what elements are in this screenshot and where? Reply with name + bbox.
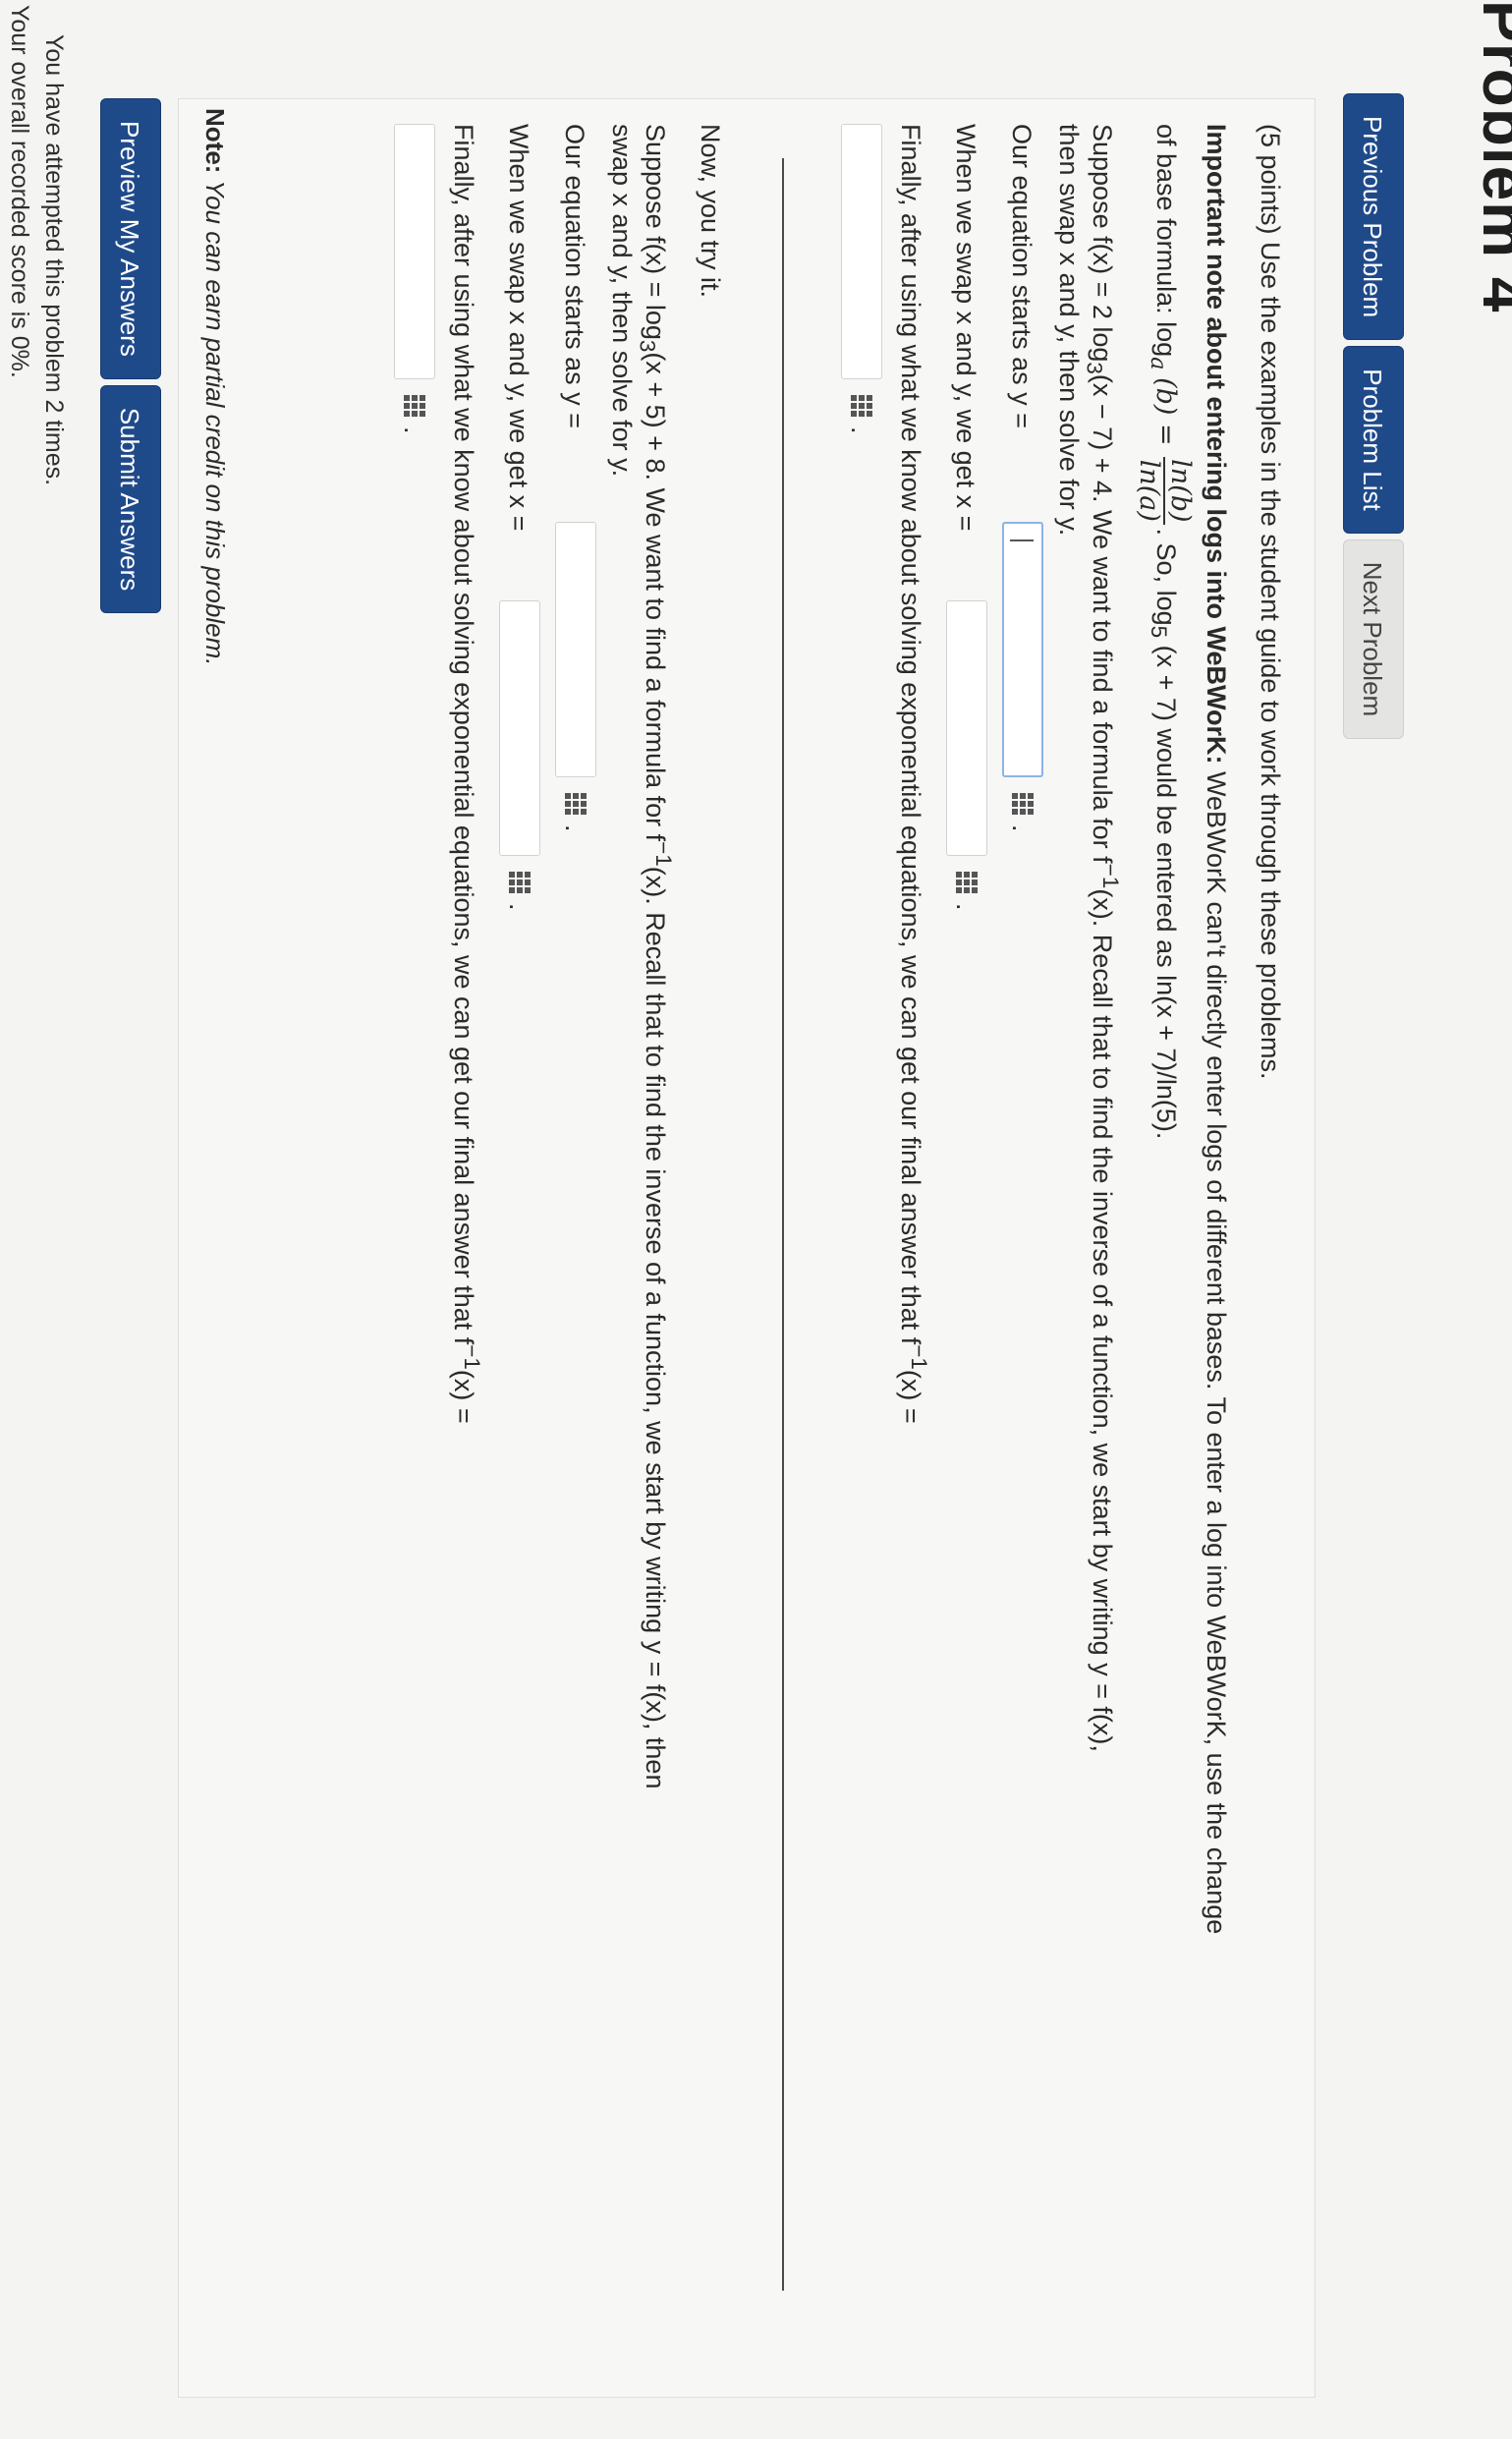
- note-label: Note:: [200, 108, 230, 174]
- try-line-2: swap x and y, then solve for y.: [607, 124, 637, 478]
- problem-intro: (5 points) Use the examples in the stude…: [1256, 124, 1285, 1080]
- try-swap-input[interactable]: [499, 600, 540, 856]
- section-divider: [782, 158, 784, 2291]
- grid-icon[interactable]: [404, 395, 425, 417]
- change-sub: a: [1145, 357, 1171, 370]
- example-sup: −1: [1098, 863, 1123, 889]
- grid-icon[interactable]: [956, 872, 978, 893]
- rotated-stage: Problem 4 Previous Problem Problem List …: [0, 0, 1512, 2439]
- important-text: WeBWorK can't directly enter logs of dif…: [1202, 764, 1231, 1935]
- period: .: [951, 903, 980, 911]
- next-problem-button[interactable]: Next Problem: [1343, 539, 1404, 740]
- partial-credit-note: Note: You can earn partial credit on thi…: [199, 108, 230, 665]
- note-text: You can earn partial credit on this prob…: [200, 173, 230, 666]
- change-suffix: . So, log: [1151, 528, 1182, 626]
- change-arg: (b) =: [1150, 377, 1182, 446]
- example-swap-input[interactable]: [946, 600, 987, 856]
- try-q3-tail: (x) =: [449, 1369, 478, 1424]
- answer-actions: Preview My Answers Submit Answers: [100, 98, 161, 614]
- try-intro: Now, you try it.: [696, 124, 725, 299]
- example-q2-label: When we swap x and y, we get x =: [951, 124, 980, 532]
- preview-answers-button[interactable]: Preview My Answers: [100, 98, 161, 379]
- try-q1-label: Our equation starts as y =: [560, 124, 589, 428]
- grid-icon[interactable]: [565, 793, 587, 815]
- important-label: Important note about entering logs into …: [1202, 124, 1231, 765]
- fraction-denominator: ln(a): [1134, 459, 1165, 522]
- try-q2-label: When we swap x and y, we get x =: [504, 124, 533, 532]
- example-text-b: (x − 7) + 4. We want to find a formula f…: [1088, 373, 1117, 864]
- change-tail: (x + 7) would be entered as ln(x + 7)/ln…: [1151, 645, 1182, 1140]
- try-sup: −1: [651, 841, 676, 867]
- grid-icon[interactable]: [1012, 793, 1034, 815]
- example-equation-input[interactable]: [1002, 522, 1043, 777]
- page-title: Problem 4: [1470, 0, 1512, 312]
- period: .: [560, 824, 589, 832]
- grid-icon[interactable]: [851, 395, 872, 417]
- change-sub-5: 5: [1146, 625, 1171, 639]
- ln-fraction: ln(b) ln(a): [1134, 457, 1196, 525]
- try-text-c: (x). Recall that to find the inverse of …: [641, 866, 670, 1789]
- period: .: [846, 426, 875, 434]
- try-text-a: Suppose f(x) = log: [641, 124, 670, 340]
- period: .: [504, 903, 533, 911]
- problem-nav: Previous Problem Problem List Next Probl…: [1343, 93, 1404, 740]
- previous-problem-button[interactable]: Previous Problem: [1343, 93, 1404, 341]
- example-q1-label: Our equation starts as y =: [1007, 124, 1036, 428]
- change-of-base-line: of base formula: loga (b) = ln(b) ln(a) …: [1134, 124, 1196, 1140]
- text-cursor: [1010, 539, 1034, 541]
- example-q3-sup: −1: [907, 1344, 931, 1370]
- attempts-text: You have attempted this problem 2 times.: [40, 34, 68, 486]
- try-final-input[interactable]: [394, 124, 435, 379]
- problem-list-button[interactable]: Problem List: [1343, 346, 1404, 534]
- period: .: [1007, 824, 1036, 832]
- example-text-a: Suppose f(x) = 2 log: [1088, 124, 1117, 363]
- example-final-input[interactable]: [841, 124, 882, 379]
- important-note: Important note about entering logs into …: [1201, 124, 1231, 1934]
- example-text-c: (x). Recall that to find the inverse of …: [1088, 888, 1117, 1752]
- example-q3-tail: (x) =: [896, 1369, 925, 1424]
- try-sub: 3: [635, 339, 660, 353]
- try-equation-input[interactable]: [555, 522, 596, 777]
- fraction-numerator: ln(b): [1163, 457, 1196, 525]
- grid-icon[interactable]: [509, 872, 531, 893]
- example-sub: 3: [1082, 362, 1107, 374]
- try-text-b: (x + 5) + 8. We want to find a formula f…: [641, 352, 670, 842]
- submit-answers-button[interactable]: Submit Answers: [100, 384, 161, 614]
- change-prefix: of base formula: log: [1151, 124, 1182, 358]
- problem-panel: (5 points) Use the examples in the stude…: [178, 98, 1316, 2398]
- example-q3-text: Finally, after using what we know about …: [896, 124, 925, 1345]
- example-line-1: Suppose f(x) = 2 log3(x − 7) + 4. We wan…: [1082, 124, 1123, 1752]
- try-line-1: Suppose f(x) = log3(x + 5) + 8. We want …: [635, 124, 676, 1788]
- score-text: Your overall recorded score is 0%.: [6, 5, 33, 378]
- example-line-2: then swap x and y, then solve for y.: [1054, 124, 1084, 537]
- period: .: [399, 426, 428, 434]
- example-q3-label: Finally, after using what we know about …: [895, 124, 931, 1424]
- try-q3-label: Finally, after using what we know about …: [448, 124, 484, 1424]
- try-q3-text: Finally, after using what we know about …: [449, 124, 478, 1345]
- try-q3-sup: −1: [460, 1344, 484, 1370]
